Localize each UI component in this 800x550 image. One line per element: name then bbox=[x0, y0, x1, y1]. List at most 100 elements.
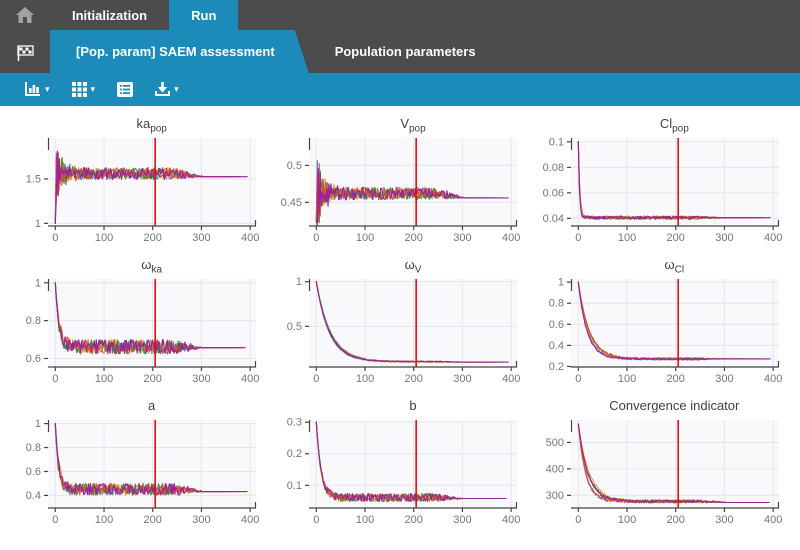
svg-text:0.45: 0.45 bbox=[281, 197, 302, 209]
svg-text:0.4: 0.4 bbox=[548, 340, 563, 352]
svg-text:300: 300 bbox=[454, 514, 472, 526]
svg-text:0.8: 0.8 bbox=[26, 442, 41, 454]
svg-text:0.8: 0.8 bbox=[548, 298, 563, 310]
svg-text:0.6: 0.6 bbox=[26, 466, 41, 478]
plot-title-main: ω bbox=[665, 257, 675, 272]
plot-cl-pop: Clpop01002003004000.040.060.080.1 bbox=[535, 116, 788, 245]
svg-text:200: 200 bbox=[666, 232, 684, 244]
plot-convergence-indicator-canvas[interactable]: 0100200300400300400500 bbox=[535, 415, 787, 527]
svg-text:1: 1 bbox=[558, 277, 564, 289]
svg-text:200: 200 bbox=[666, 514, 684, 526]
plot-cl-pop-title: Clpop bbox=[535, 116, 788, 133]
svg-text:300: 300 bbox=[715, 514, 733, 526]
plot-v-pop-canvas[interactable]: 01002003004000.450.5 bbox=[273, 133, 525, 245]
svg-text:200: 200 bbox=[144, 514, 162, 526]
svg-text:0.4: 0.4 bbox=[26, 490, 41, 502]
layout-grid-button[interactable]: ▾ bbox=[66, 78, 102, 101]
svg-text:200: 200 bbox=[144, 232, 162, 244]
plot-ka-pop-canvas[interactable]: 010020030040011.5 bbox=[12, 133, 264, 245]
svg-text:0: 0 bbox=[52, 232, 58, 244]
svg-text:1: 1 bbox=[35, 277, 41, 289]
plot-a-canvas[interactable]: 01002003004000.40.60.81 bbox=[12, 415, 264, 527]
svg-text:400: 400 bbox=[241, 514, 259, 526]
svg-text:0.06: 0.06 bbox=[542, 187, 563, 199]
plot-omega-cl-canvas[interactable]: 01002003004000.20.40.60.81 bbox=[535, 274, 787, 386]
plot-v-pop: Vpop01002003004000.450.5 bbox=[273, 116, 526, 245]
plot-ka-pop-title: kapop bbox=[12, 116, 265, 133]
plot-cl-pop-canvas[interactable]: 01002003004000.040.060.080.1 bbox=[535, 133, 787, 245]
plot-a: a01002003004000.40.60.81 bbox=[12, 398, 265, 527]
plots-grid: kapop010020030040011.5Vpop01002003004000… bbox=[0, 106, 800, 531]
home-button[interactable] bbox=[0, 0, 50, 30]
svg-text:0: 0 bbox=[575, 514, 581, 526]
svg-text:0: 0 bbox=[575, 373, 581, 385]
svg-text:400: 400 bbox=[764, 232, 782, 244]
home-icon bbox=[16, 7, 34, 23]
svg-text:500: 500 bbox=[545, 437, 563, 449]
svg-text:400: 400 bbox=[241, 232, 259, 244]
svg-text:400: 400 bbox=[241, 373, 259, 385]
plot-ka-pop: kapop010020030040011.5 bbox=[12, 116, 265, 245]
list-icon bbox=[117, 82, 133, 97]
svg-text:100: 100 bbox=[617, 232, 635, 244]
svg-text:0.2: 0.2 bbox=[548, 361, 563, 373]
settings-list-button[interactable] bbox=[111, 78, 139, 101]
plot-omega-v-canvas[interactable]: 01002003004000.51 bbox=[273, 274, 525, 386]
flag-cell bbox=[0, 30, 50, 73]
plot-title-main: ka bbox=[136, 116, 150, 131]
plot-title-main: Convergence indicator bbox=[609, 398, 739, 413]
svg-text:100: 100 bbox=[356, 514, 374, 526]
plot-title-main: V bbox=[400, 116, 409, 131]
plot-omega-v: ωV01002003004000.51 bbox=[273, 257, 526, 386]
plot-title-main: a bbox=[148, 398, 155, 413]
svg-text:400: 400 bbox=[764, 373, 782, 385]
plot-title-main: Cl bbox=[660, 116, 672, 131]
plot-title-main: ω bbox=[405, 257, 415, 272]
plot-b-canvas[interactable]: 01002003004000.10.20.3 bbox=[273, 415, 525, 527]
grid-icon bbox=[72, 82, 87, 97]
svg-text:400: 400 bbox=[502, 232, 520, 244]
tab-run-label: Run bbox=[191, 8, 216, 23]
svg-text:0.08: 0.08 bbox=[542, 162, 563, 174]
checkered-flag-icon bbox=[15, 42, 35, 62]
svg-text:100: 100 bbox=[95, 514, 113, 526]
svg-text:300: 300 bbox=[454, 373, 472, 385]
plot-convergence-indicator-title: Convergence indicator bbox=[535, 398, 788, 415]
download-icon bbox=[155, 82, 170, 97]
svg-text:0: 0 bbox=[314, 232, 320, 244]
plot-omega-ka-canvas[interactable]: 01002003004000.60.81 bbox=[12, 274, 264, 386]
svg-text:200: 200 bbox=[405, 514, 423, 526]
svg-text:0.2: 0.2 bbox=[287, 448, 302, 460]
svg-text:300: 300 bbox=[715, 373, 733, 385]
svg-text:100: 100 bbox=[356, 232, 374, 244]
svg-text:0: 0 bbox=[314, 514, 320, 526]
svg-text:0.6: 0.6 bbox=[548, 319, 563, 331]
svg-text:0: 0 bbox=[52, 514, 58, 526]
svg-text:200: 200 bbox=[405, 232, 423, 244]
caret-down-icon: ▾ bbox=[174, 85, 179, 94]
plot-omega-cl-title: ωCl bbox=[535, 257, 788, 274]
plot-type-button[interactable]: ▾ bbox=[18, 78, 56, 101]
svg-text:300: 300 bbox=[715, 232, 733, 244]
tab-run[interactable]: Run bbox=[169, 0, 238, 30]
svg-text:300: 300 bbox=[545, 490, 563, 502]
svg-text:100: 100 bbox=[617, 514, 635, 526]
plot-convergence-indicator: Convergence indicator0100200300400300400… bbox=[535, 398, 788, 527]
toolbar: ▾ ▾ bbox=[0, 73, 800, 106]
tab-saem-assessment[interactable]: [Pop. param] SAEM assessment bbox=[50, 30, 309, 73]
svg-text:400: 400 bbox=[545, 463, 563, 475]
secondary-nav: [Pop. param] SAEM assessment Population … bbox=[0, 30, 800, 73]
svg-text:1: 1 bbox=[296, 276, 302, 288]
tab-population-parameters[interactable]: Population parameters bbox=[309, 30, 502, 73]
svg-text:0.5: 0.5 bbox=[287, 321, 302, 333]
svg-text:0.6: 0.6 bbox=[26, 353, 41, 365]
plot-omega-ka: ωka01002003004000.60.81 bbox=[12, 257, 265, 386]
plot-omega-cl: ωCl01002003004000.20.40.60.81 bbox=[535, 257, 788, 386]
svg-text:300: 300 bbox=[192, 514, 210, 526]
caret-down-icon: ▾ bbox=[45, 85, 50, 94]
tab-initialization[interactable]: Initialization bbox=[50, 0, 169, 30]
export-button[interactable]: ▾ bbox=[149, 78, 185, 101]
caret-down-icon: ▾ bbox=[91, 85, 96, 94]
plot-v-pop-title: Vpop bbox=[273, 116, 526, 133]
svg-text:200: 200 bbox=[405, 373, 423, 385]
